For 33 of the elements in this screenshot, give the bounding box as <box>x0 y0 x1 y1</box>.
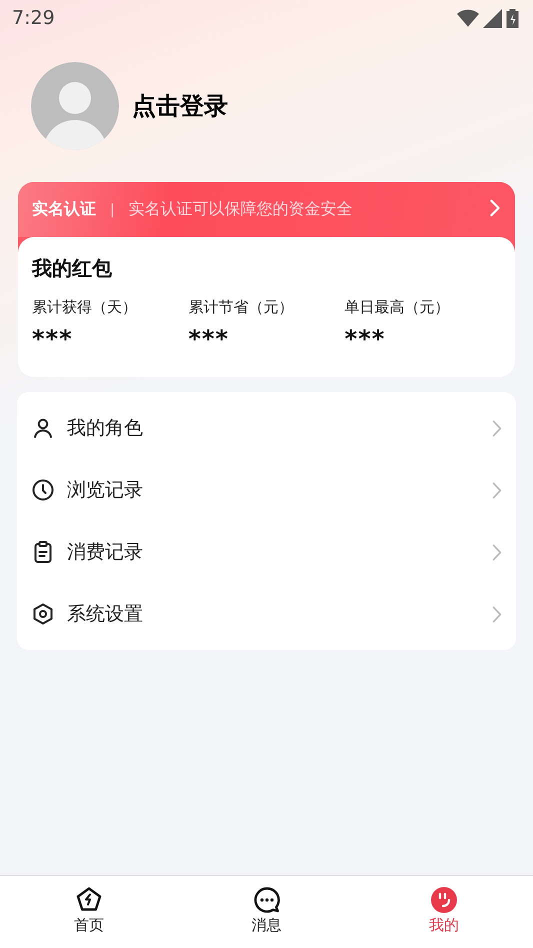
chevron-right-icon <box>489 199 501 217</box>
menu-item[interactable]: 我的角色 <box>17 397 516 459</box>
tab-item[interactable]: 我的 <box>355 876 533 948</box>
banner-separator: | <box>110 201 115 220</box>
chevron-right-icon <box>492 544 502 560</box>
wifi-icon <box>457 8 479 28</box>
stat-label: 单日最高（元） <box>344 298 451 317</box>
stat-label: 累计获得（天） <box>32 298 138 317</box>
status-time: 7:29 <box>12 7 55 29</box>
menu-item[interactable]: 浏览记录 <box>17 459 516 521</box>
login-link[interactable]: 点击登录 <box>132 90 228 122</box>
stat-value: *** <box>344 325 386 353</box>
stat-value: *** <box>32 325 74 353</box>
stat-value: *** <box>188 325 230 353</box>
menu-item[interactable]: 消费记录 <box>17 521 516 583</box>
clock-icon <box>31 478 55 502</box>
person-icon <box>31 416 55 440</box>
card-title: 我的红包 <box>32 255 113 282</box>
banner-message: 实名认证可以保障您的资金安全 <box>128 199 354 220</box>
signal-icon <box>483 8 502 28</box>
settings-icon <box>31 602 55 626</box>
tab-item[interactable]: 消息 <box>178 876 356 948</box>
chat-bubble-icon <box>252 886 280 914</box>
chevron-right-icon <box>492 420 502 436</box>
banner-title: 实名认证 <box>32 199 96 220</box>
chevron-right-icon <box>492 482 502 498</box>
chevron-right-icon <box>492 606 502 622</box>
tab-item[interactable]: 首页 <box>0 876 178 948</box>
stat-label: 累计节省（元） <box>188 298 294 317</box>
menu-item[interactable]: 系统设置 <box>17 583 516 645</box>
smiley-icon <box>430 886 458 914</box>
battery-icon <box>506 8 519 28</box>
avatar-icon[interactable] <box>31 62 119 150</box>
